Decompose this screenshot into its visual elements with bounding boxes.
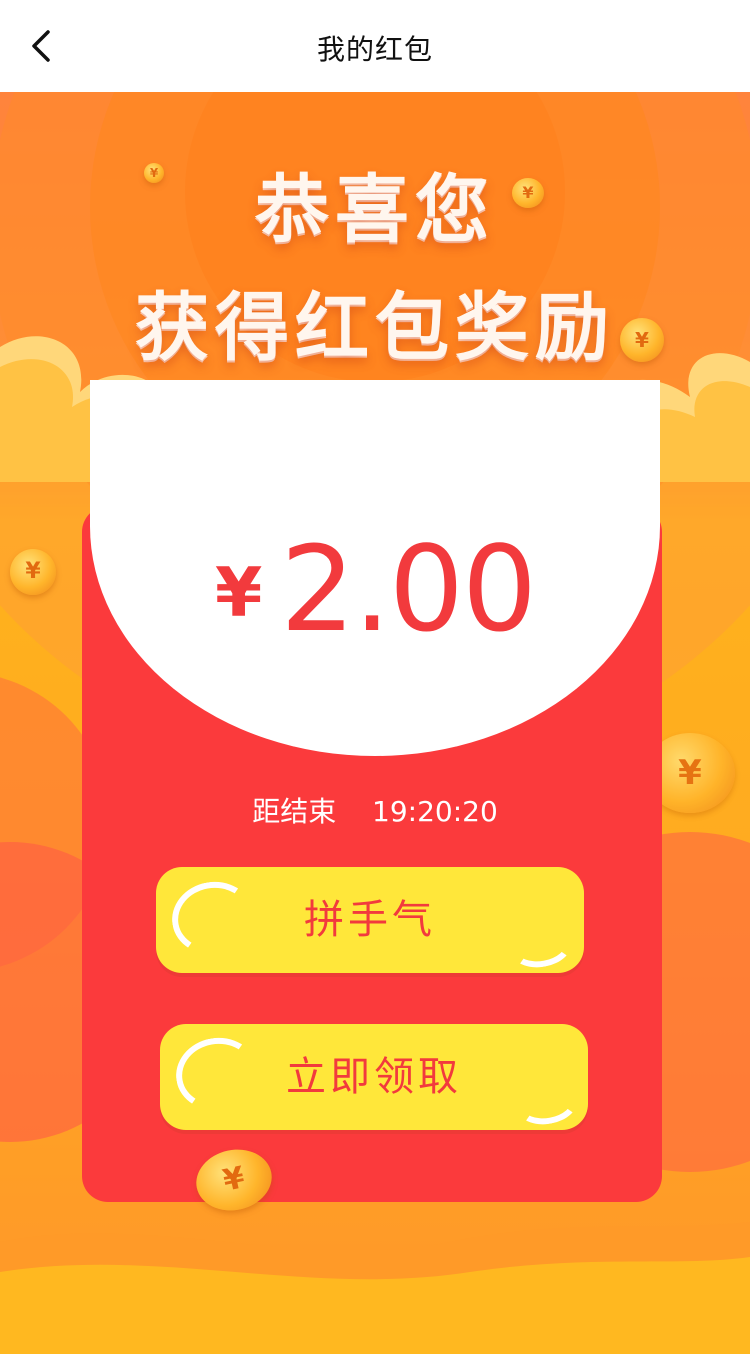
countdown-label: 距结束: [252, 795, 337, 828]
reward-amount: ¥2.00: [0, 520, 750, 658]
amount-value: 2.00: [280, 520, 537, 658]
nav-bar: 我的红包: [0, 0, 750, 92]
countdown-time: 19:20:20: [372, 795, 498, 828]
currency-symbol: ¥: [214, 554, 263, 633]
coin-icon: ¥: [144, 163, 164, 183]
banner-line-1: 恭喜您: [255, 167, 495, 253]
claim-button-label: 立即领取: [286, 1054, 462, 1100]
page-title: 我的红包: [316, 33, 433, 66]
wave-decoration: [0, 1222, 750, 1354]
countdown: 距结束 19:20:20: [0, 790, 750, 830]
coin-icon: ¥: [620, 318, 664, 362]
coin-icon: ¥: [512, 178, 544, 208]
luck-button-label: 拼手气: [304, 897, 436, 943]
